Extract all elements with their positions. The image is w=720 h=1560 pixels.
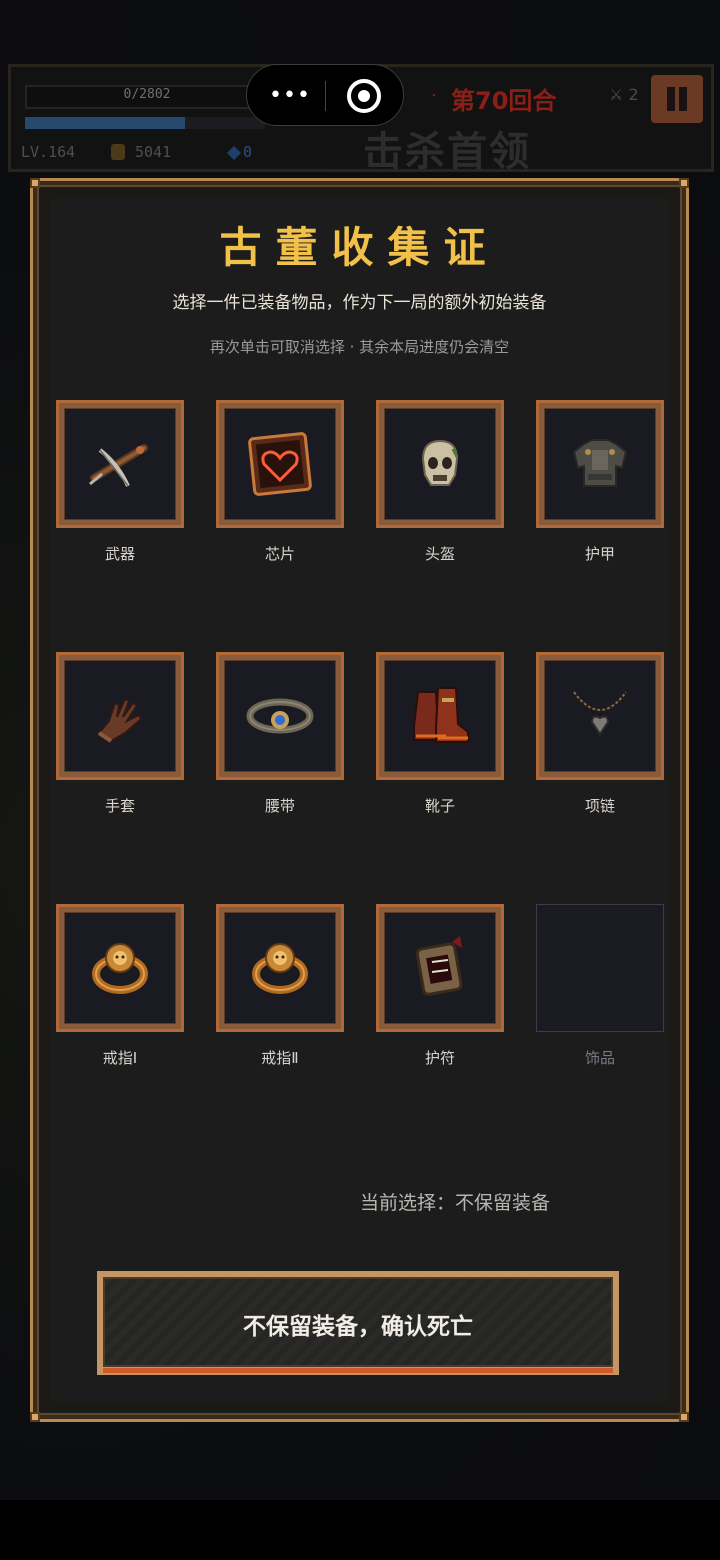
more-dots-icon[interactable]: ••• xyxy=(269,83,311,108)
ring-icon xyxy=(252,943,308,994)
slot-gloves[interactable] xyxy=(56,652,184,780)
target-circle-icon[interactable] xyxy=(347,79,381,113)
corner-ornament xyxy=(679,1412,689,1422)
confirm-death-button[interactable]: 不保留装备，确认死亡 xyxy=(97,1271,619,1375)
slot-label-helmet: 头盔 xyxy=(424,545,455,563)
slot-ring-1[interactable] xyxy=(56,904,184,1032)
button-base xyxy=(103,1368,613,1373)
amulet-icon xyxy=(415,936,463,996)
miniprogram-capsule: ••• xyxy=(246,64,404,126)
corner-ornament xyxy=(679,178,689,188)
boots-icon xyxy=(413,687,469,743)
corner-ornament xyxy=(30,1412,40,1422)
slot-label-weapon: 武器 xyxy=(104,545,135,563)
slot-chip[interactable] xyxy=(216,400,344,528)
slot-label-chip: 芯片 xyxy=(264,545,295,563)
crossbow-icon xyxy=(89,444,148,487)
dialog-title: 古董收集证 xyxy=(219,223,500,272)
slot-label-gloves: 手套 xyxy=(104,797,135,815)
slot-label-necklace: 项链 xyxy=(584,797,615,815)
slot-label-boots: 靴子 xyxy=(424,797,455,815)
slot-amulet[interactable] xyxy=(376,904,504,1032)
capsule-divider xyxy=(325,81,326,111)
coin-icon xyxy=(111,144,125,160)
skull-helmet-icon xyxy=(421,439,459,486)
gem-icon xyxy=(226,145,242,161)
necklace-icon xyxy=(573,691,627,736)
ring-icon xyxy=(92,943,148,994)
slot-ring-2[interactable] xyxy=(216,904,344,1032)
slot-helmet[interactable] xyxy=(376,400,504,528)
bottom-bar xyxy=(0,1500,720,1560)
hp-text: 0/2802 xyxy=(123,87,171,102)
dialog-hint: 再次单击可取消选择 · 其余本局进度仍会清空 xyxy=(209,338,510,356)
objective-text: 击杀首领 xyxy=(363,129,531,175)
slot-label-ring-1: 戒指Ⅰ xyxy=(102,1049,138,1067)
current-selection-text: 当前选择：不保留装备 xyxy=(360,1192,551,1214)
round-counter: 第70回合 xyxy=(451,87,557,115)
armor-icon xyxy=(572,439,628,487)
xp-bar-fill xyxy=(25,117,185,129)
heart-chip-icon xyxy=(248,432,312,496)
slot-label-trinket: 饰品 xyxy=(584,1049,615,1067)
swords-icon: ⚔ xyxy=(609,85,624,104)
slot-boots[interactable] xyxy=(376,652,504,780)
dialog-subtitle: 选择一件已装备物品，作为下一局的额外初始装备 xyxy=(172,293,547,313)
pause-button[interactable] xyxy=(651,75,703,123)
corner-ornament xyxy=(30,178,40,188)
level-label: LV.164 xyxy=(21,143,76,161)
slot-label-amulet: 护符 xyxy=(424,1049,455,1067)
coin-count: 5041 xyxy=(135,143,172,161)
slot-armor[interactable] xyxy=(536,400,664,528)
confirm-death-label: 不保留装备，确认死亡 xyxy=(243,1314,473,1340)
round-separator: · xyxy=(431,85,437,106)
kill-count: 2 xyxy=(628,85,639,104)
kill-counter: ⚔ 2 xyxy=(609,85,639,104)
slot-belt[interactable] xyxy=(216,652,344,780)
gem-count: 0 xyxy=(243,143,253,161)
slot-necklace[interactable] xyxy=(536,652,664,780)
slot-label-belt: 腰带 xyxy=(264,797,295,815)
slot-label-armor: 护甲 xyxy=(584,545,615,563)
slot-label-ring-2: 戒指Ⅱ xyxy=(261,1049,299,1067)
glove-icon xyxy=(97,697,143,743)
slot-weapon[interactable] xyxy=(56,400,184,528)
belt-icon xyxy=(246,698,314,734)
antique-collection-dialog: 古董收集证 选择一件已装备物品，作为下一局的额外初始装备 再次单击可取消选择 ·… xyxy=(30,178,689,1422)
slot-trinket-empty[interactable] xyxy=(536,904,664,1032)
